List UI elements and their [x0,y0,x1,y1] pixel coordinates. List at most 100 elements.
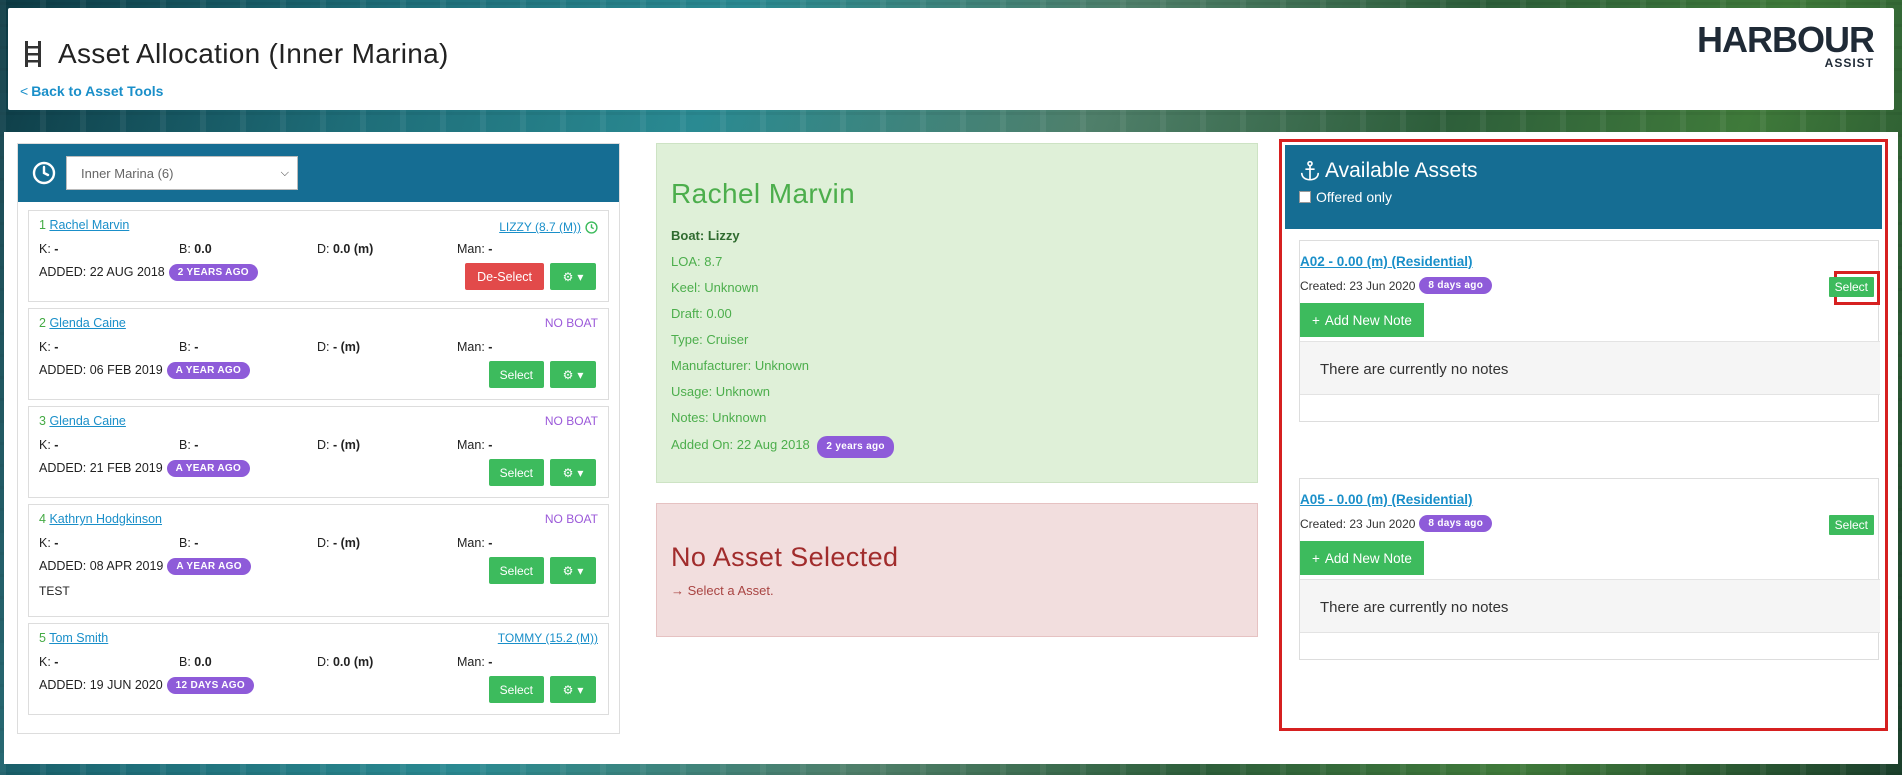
marina-select[interactable]: Inner Marina (6) ⌵ [66,156,298,190]
man-label: Man: [457,655,485,669]
member-number: 2 [39,316,46,330]
manufacturer-row: Manufacturer: Unknown [671,358,810,373]
clock-icon [32,161,56,185]
boat-link[interactable]: LIZZY (8.7 (M)) [499,220,581,234]
member-options-button[interactable]: ⚙ ▾ [550,459,596,486]
members-panel-header: Inner Marina (6) ⌵ [18,144,619,202]
b-value: - [194,340,199,354]
d-value: 0.0 (m) [332,655,374,669]
member-options-button[interactable]: ⚙ ▾ [550,263,596,290]
k-value: - [54,536,59,550]
man-label: Man: [457,340,485,354]
member-card: 4 Kathryn Hodgkinson NO BOAT K: - B: - D… [28,504,609,617]
member-name-link[interactable]: Kathryn Hodgkinson [49,512,162,526]
created-date: Created: 23 Jun 2020 [1300,278,1416,293]
member-card: 2 Glenda Caine NO BOAT K: - B: - D: - (m… [28,308,609,400]
man-value: - [488,438,493,452]
member-number: 1 [39,218,46,232]
member-name-link[interactable]: Tom Smith [49,631,108,645]
back-to-asset-tools-link[interactable]: < Back to Asset Tools [20,83,163,99]
asset-created: Created: 23 Jun 2020 8 days ago [1300,277,1493,294]
logo-word: HARBOUR [1697,19,1875,60]
k-value: - [54,438,59,452]
draft-row: Draft: 0.00 [671,306,732,321]
add-new-note-button[interactable]: + Add New Note [1300,303,1424,337]
added-date: ADDED: 21 FEB 2019 [39,461,163,475]
member-options-button[interactable]: ⚙ ▾ [550,676,596,703]
d-label: D: [317,242,330,256]
asset-created: Created: 23 Jun 2020 8 days ago [1300,515,1493,532]
k-value: - [54,340,59,354]
age-badge: 8 days ago [1419,515,1493,532]
added-on-row: Added On: 22 Aug 2018 2 years ago [671,436,1243,462]
select-member-button[interactable]: Select [488,676,544,703]
member-number: 5 [39,631,46,645]
b-value: - [194,536,199,550]
offered-only-checkbox[interactable] [1299,191,1311,203]
member-name-link[interactable]: Rachel Marvin [49,218,129,232]
keel-row: Keel: Unknown [671,280,759,295]
gear-icon: ⚙ [562,269,574,284]
man-label: Man: [457,438,485,452]
main-content: Inner Marina (6) ⌵ 1 Rachel Marvin LIZZY… [4,132,1898,764]
man-label: Man: [457,242,485,256]
k-label: K: [39,438,51,452]
page-title: Asset Allocation (Inner Marina) [58,38,449,69]
added-date: ADDED: 08 APR 2019 [39,559,164,573]
b-label: B: [179,438,191,452]
caret-down-icon: ▾ [577,367,584,382]
members-panel: Inner Marina (6) ⌵ 1 Rachel Marvin LIZZY… [17,143,620,734]
caret-down-icon: ▾ [577,465,584,480]
select-member-button[interactable]: Select [488,459,544,486]
selected-member-panel: Rachel Marvin Boat: Lizzy LOA: 8.7 Keel:… [656,143,1258,483]
added-date: ADDED: 19 JUN 2020 [39,678,163,692]
no-boat-label: NO BOAT [544,512,598,526]
type-row: Type: Cruiser [671,332,749,347]
plus-icon: + [1312,312,1320,328]
b-label: B: [179,340,191,354]
member-name-link[interactable]: Glenda Caine [49,414,125,428]
clock-icon [585,220,598,234]
gear-icon: ⚙ [562,465,574,480]
member-options-button[interactable]: ⚙ ▾ [550,361,596,388]
member-card: 5 Tom Smith TOMMY (15.2 (M)) K: - B: 0.0… [28,623,609,715]
d-label: D: [317,340,330,354]
member-options-button[interactable]: ⚙ ▾ [550,557,596,584]
k-value: - [54,655,59,669]
offered-only-toggle[interactable]: Offered only [1299,189,1868,205]
asset-name-link[interactable]: A05 - 0.00 (m) (Residential) [1300,492,1473,507]
member-card: 1 Rachel Marvin LIZZY (8.7 (M)) K: - B: … [28,210,609,302]
select-asset-button[interactable]: Select [1828,277,1874,297]
k-label: K: [39,340,51,354]
offered-only-label: Offered only [1316,189,1393,205]
boat-link[interactable]: TOMMY (15.2 (M)) [498,631,598,649]
title-row: Asset Allocation (Inner Marina) [22,38,449,70]
add-note-label: Add New Note [1324,550,1412,566]
boat-value: Lizzy [707,228,740,243]
man-value: - [488,340,493,354]
k-label: K: [39,655,51,669]
harbour-assist-logo: HARBOUR ASSIST [1697,19,1875,71]
asset-card: A05 - 0.00 (m) (Residential) Created: 23… [1299,478,1880,660]
select-asset-hint: → Select a Asset. [671,583,1243,598]
chevron-down-icon: ⌵ [280,166,289,179]
deselect-button[interactable]: De-Select [465,263,544,290]
added-date: ADDED: 22 AUG 2018 [39,265,165,279]
notes-empty-message: There are currently no notes [1300,579,1880,633]
notes-row: Notes: Unknown [671,410,767,425]
member-name-link[interactable]: Glenda Caine [49,316,125,330]
select-asset-button[interactable]: Select [1828,515,1874,535]
member-number: 3 [39,414,46,428]
select-member-button[interactable]: Select [488,361,544,388]
marina-select-value: Inner Marina (6) [81,165,174,181]
available-assets-title: Available Assets [1325,159,1478,182]
asset-card: A02 - 0.00 (m) (Residential) Created: 23… [1299,240,1880,422]
select-member-button[interactable]: Select [488,557,544,584]
caret-down-icon: ▾ [577,563,584,578]
b-label: B: [179,242,191,256]
added-date: ADDED: 06 FEB 2019 [39,363,163,377]
d-value: - (m) [332,438,361,452]
asset-name-link[interactable]: A02 - 0.00 (m) (Residential) [1300,254,1473,269]
man-value: - [488,536,493,550]
add-new-note-button[interactable]: + Add New Note [1300,541,1424,575]
